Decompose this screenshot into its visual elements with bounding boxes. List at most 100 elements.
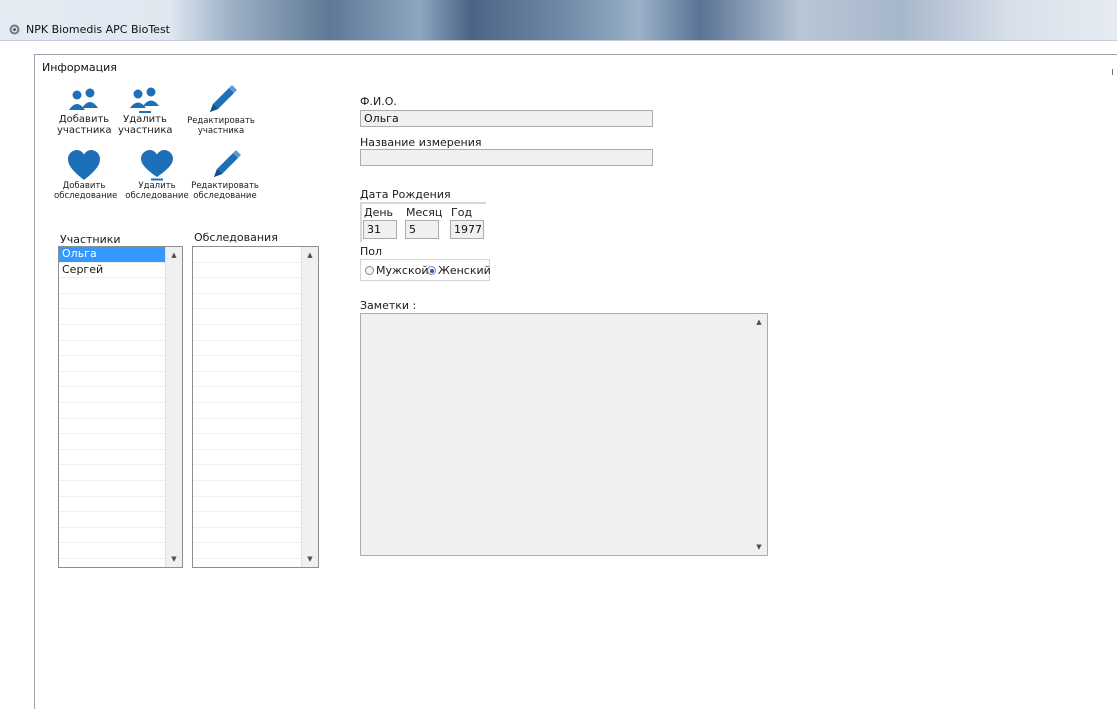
day-field[interactable]: 31 xyxy=(363,220,397,239)
list-item[interactable] xyxy=(59,512,166,528)
examinations-caption: Обследования xyxy=(194,231,278,244)
notes-textarea[interactable]: ▲ ▼ xyxy=(360,313,768,556)
users-add-icon xyxy=(69,88,98,110)
list-item[interactable] xyxy=(193,403,302,419)
year-label: Год xyxy=(451,206,473,219)
list-item[interactable] xyxy=(193,434,302,450)
participants-rows: Ольга Сергей xyxy=(59,247,166,567)
list-item[interactable] xyxy=(193,341,302,357)
scroll-down-icon[interactable]: ▼ xyxy=(166,551,182,567)
notes-label: Заметки : xyxy=(360,299,417,312)
list-item[interactable] xyxy=(59,278,166,294)
list-item[interactable] xyxy=(193,528,302,544)
heart-icon xyxy=(68,150,100,180)
list-item[interactable] xyxy=(193,497,302,513)
list-item[interactable] xyxy=(59,528,166,544)
list-item[interactable] xyxy=(193,481,302,497)
list-item[interactable] xyxy=(193,278,302,294)
list-item[interactable] xyxy=(59,497,166,513)
month-field[interactable]: 5 xyxy=(405,220,439,239)
list-item[interactable] xyxy=(59,294,166,310)
list-item[interactable] xyxy=(193,325,302,341)
list-item[interactable]: Сергей xyxy=(59,263,166,279)
list-item[interactable] xyxy=(193,263,302,279)
scroll-down-icon[interactable]: ▼ xyxy=(302,551,318,567)
list-item[interactable] xyxy=(193,356,302,372)
participants-caption: Участники xyxy=(60,233,121,246)
list-item[interactable] xyxy=(59,543,166,559)
title-bar[interactable]: NPK Biomedis APC BioTest xyxy=(0,0,1117,41)
list-item[interactable] xyxy=(59,387,166,403)
scroll-up-icon[interactable]: ▲ xyxy=(166,247,182,263)
add-participant-button[interactable]: Добавить участника xyxy=(57,86,111,136)
participants-list[interactable]: Ольга Сергей ▲ ▼ xyxy=(58,246,183,568)
gender-male-radio[interactable]: Мужской xyxy=(365,264,428,277)
list-item[interactable] xyxy=(59,356,166,372)
edit-participant-label: Редактировать участника xyxy=(187,116,255,136)
list-item[interactable] xyxy=(59,325,166,341)
list-item[interactable] xyxy=(59,465,166,481)
gender-female-radio[interactable]: Женский xyxy=(427,264,491,277)
list-item[interactable] xyxy=(193,309,302,325)
list-item[interactable] xyxy=(59,372,166,388)
gender-group: Мужской Женский xyxy=(360,259,491,281)
delete-participant-button[interactable]: Удалить участника xyxy=(118,86,172,136)
list-item[interactable] xyxy=(193,543,302,559)
examinations-scrollbar[interactable]: ▲ ▼ xyxy=(301,247,318,567)
list-item[interactable] xyxy=(59,450,166,466)
list-item[interactable] xyxy=(193,372,302,388)
birth-date-label: Дата Рождения xyxy=(360,188,451,201)
scroll-down-icon[interactable]: ▼ xyxy=(751,539,767,555)
edit-examination-button[interactable]: Редактировать обследование xyxy=(190,149,260,201)
list-item[interactable] xyxy=(59,341,166,357)
add-participant-label: Добавить участника xyxy=(57,114,112,136)
year-field[interactable]: 1977 xyxy=(450,220,484,239)
list-item[interactable]: Ольга xyxy=(59,247,166,263)
scroll-up-icon[interactable]: ▲ xyxy=(751,314,767,330)
examinations-rows xyxy=(193,247,302,567)
tab-information[interactable]: Информация xyxy=(42,61,117,74)
list-item[interactable] xyxy=(193,387,302,403)
measurement-name-field[interactable] xyxy=(360,149,653,166)
add-examination-label: Добавить обследование xyxy=(54,181,118,201)
list-item[interactable] xyxy=(59,434,166,450)
participants-scrollbar[interactable]: ▲ ▼ xyxy=(165,247,182,567)
radio-on-icon xyxy=(427,266,436,275)
fio-field[interactable]: Ольга xyxy=(360,110,653,127)
edit-examination-label: Редактировать обследование xyxy=(191,181,259,201)
list-item[interactable] xyxy=(193,247,302,263)
edit-participant-button[interactable]: Редактировать участника xyxy=(186,84,256,136)
birth-date-group-border xyxy=(360,202,362,242)
app-icon xyxy=(9,24,20,35)
panel-edge-marker xyxy=(1112,69,1113,75)
birth-date-group-border xyxy=(360,202,486,204)
list-item[interactable] xyxy=(59,309,166,325)
list-item[interactable] xyxy=(193,419,302,435)
gender-female-label: Женский xyxy=(438,264,491,277)
gender-label: Пол xyxy=(360,245,383,258)
list-item[interactable] xyxy=(193,512,302,528)
day-label: День xyxy=(364,206,394,219)
list-item[interactable] xyxy=(59,481,166,497)
list-item[interactable] xyxy=(59,419,166,435)
notes-scrollbar[interactable]: ▲ ▼ xyxy=(751,314,767,555)
window-title: NPK Biomedis APC BioTest xyxy=(26,23,170,36)
pencil-icon xyxy=(214,150,241,177)
delete-participant-label: Удалить участника xyxy=(118,114,173,136)
measurement-name-label: Название измерения xyxy=(360,136,482,149)
list-item[interactable] xyxy=(59,403,166,419)
heart-remove-icon xyxy=(141,150,173,181)
list-item[interactable] xyxy=(193,294,302,310)
add-examination-button[interactable]: Добавить обследование xyxy=(54,149,118,201)
pencil-icon xyxy=(210,85,237,112)
list-item[interactable] xyxy=(193,465,302,481)
examinations-list[interactable]: ▲ ▼ xyxy=(192,246,319,568)
month-label: Месяц xyxy=(406,206,443,219)
delete-examination-button[interactable]: Удалить обследование xyxy=(125,149,189,201)
users-remove-icon xyxy=(130,87,159,113)
delete-examination-label: Удалить обследование xyxy=(125,181,189,201)
list-item[interactable] xyxy=(193,450,302,466)
fio-label: Ф.И.О. xyxy=(360,95,397,108)
radio-off-icon xyxy=(365,266,374,275)
scroll-up-icon[interactable]: ▲ xyxy=(302,247,318,263)
